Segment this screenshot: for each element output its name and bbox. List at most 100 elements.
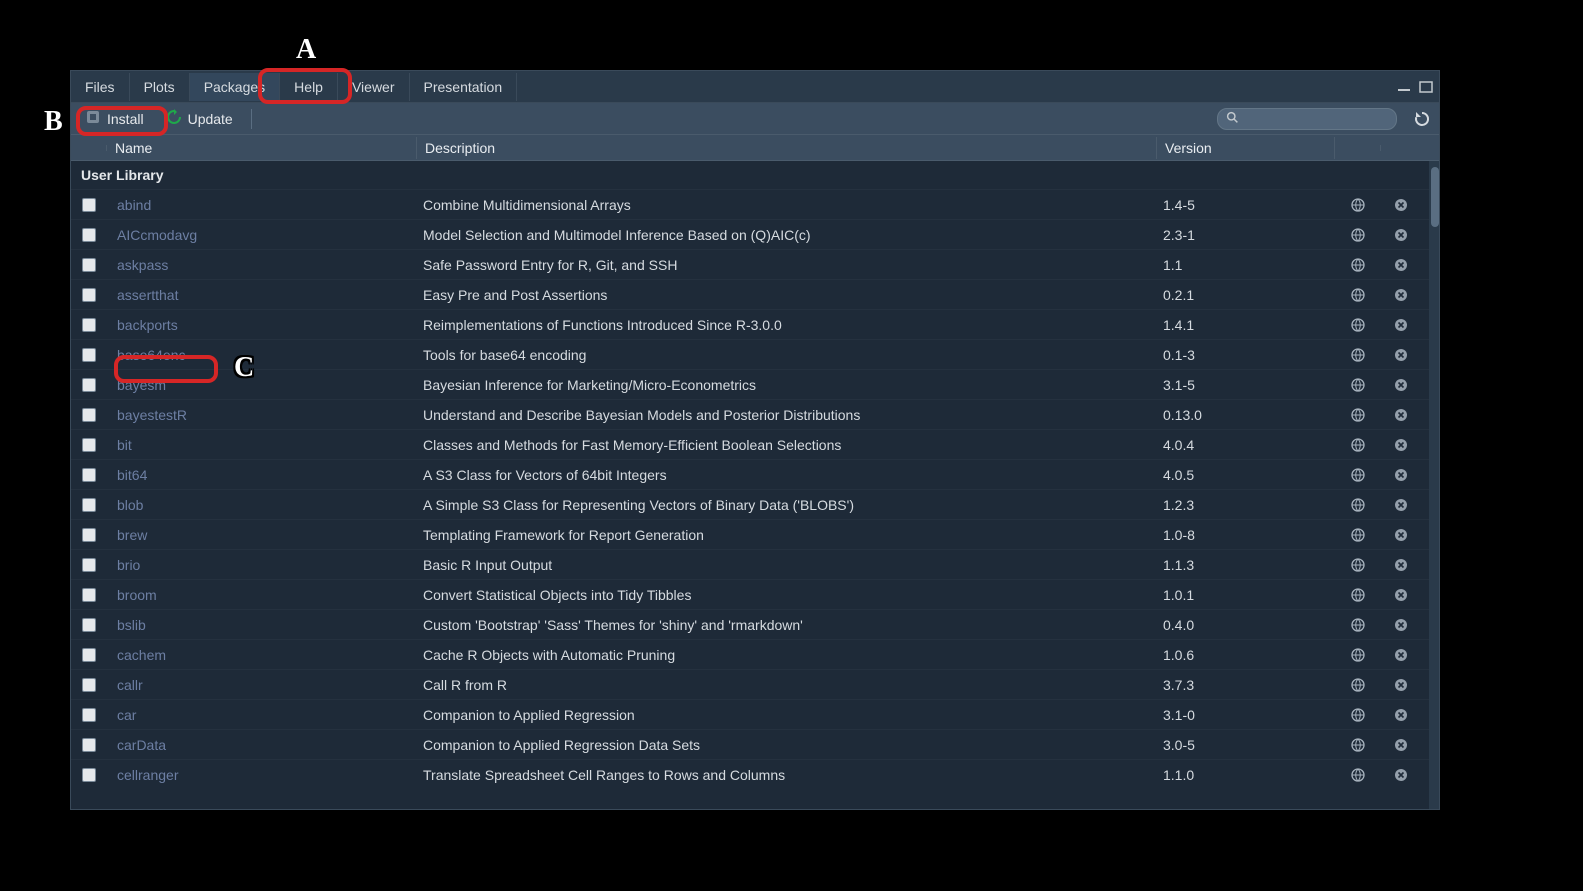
- package-link[interactable]: broom: [115, 586, 159, 604]
- globe-icon[interactable]: [1350, 647, 1366, 663]
- remove-icon[interactable]: [1393, 737, 1409, 753]
- load-checkbox[interactable]: [82, 318, 96, 332]
- load-checkbox[interactable]: [82, 768, 96, 782]
- package-link[interactable]: brio: [115, 556, 142, 574]
- package-link[interactable]: car: [115, 706, 138, 724]
- globe-icon[interactable]: [1350, 527, 1366, 543]
- package-link[interactable]: backports: [115, 316, 180, 334]
- package-link[interactable]: bslib: [115, 616, 148, 634]
- globe-icon[interactable]: [1350, 557, 1366, 573]
- tab-files[interactable]: Files: [71, 73, 130, 101]
- maximize-icon[interactable]: [1417, 80, 1435, 94]
- package-link[interactable]: AICcmodavg: [115, 226, 199, 244]
- load-checkbox[interactable]: [82, 348, 96, 362]
- remove-icon[interactable]: [1393, 647, 1409, 663]
- package-link[interactable]: cachem: [115, 646, 168, 664]
- globe-icon[interactable]: [1350, 377, 1366, 393]
- scrollbar-track[interactable]: [1429, 161, 1439, 809]
- remove-icon[interactable]: [1393, 317, 1409, 333]
- remove-icon[interactable]: [1393, 467, 1409, 483]
- globe-icon[interactable]: [1350, 257, 1366, 273]
- search-input[interactable]: [1239, 111, 1388, 126]
- load-checkbox[interactable]: [82, 588, 96, 602]
- remove-icon[interactable]: [1393, 437, 1409, 453]
- load-checkbox[interactable]: [82, 438, 96, 452]
- load-checkbox[interactable]: [82, 678, 96, 692]
- package-link[interactable]: blob: [115, 496, 145, 514]
- header-name[interactable]: Name: [107, 137, 417, 159]
- globe-icon[interactable]: [1350, 407, 1366, 423]
- load-checkbox[interactable]: [82, 558, 96, 572]
- remove-icon[interactable]: [1393, 197, 1409, 213]
- globe-icon[interactable]: [1350, 467, 1366, 483]
- load-checkbox[interactable]: [82, 708, 96, 722]
- package-link[interactable]: callr: [115, 676, 145, 694]
- remove-icon[interactable]: [1393, 707, 1409, 723]
- version-cell: 1.0.1: [1157, 587, 1335, 603]
- package-link[interactable]: abind: [115, 196, 153, 214]
- globe-icon[interactable]: [1350, 437, 1366, 453]
- version-cell: 1.1.0: [1157, 767, 1335, 783]
- load-checkbox[interactable]: [82, 528, 96, 542]
- globe-icon[interactable]: [1350, 287, 1366, 303]
- load-checkbox[interactable]: [82, 468, 96, 482]
- globe-icon[interactable]: [1350, 587, 1366, 603]
- remove-icon[interactable]: [1393, 227, 1409, 243]
- globe-icon[interactable]: [1350, 347, 1366, 363]
- package-link[interactable]: assertthat: [115, 286, 180, 304]
- tab-plots[interactable]: Plots: [130, 73, 190, 101]
- package-link[interactable]: bit: [115, 436, 134, 454]
- remove-icon[interactable]: [1393, 767, 1409, 783]
- package-link[interactable]: cellranger: [115, 766, 180, 784]
- globe-icon[interactable]: [1350, 617, 1366, 633]
- globe-icon[interactable]: [1350, 197, 1366, 213]
- update-button[interactable]: Update: [158, 106, 241, 131]
- globe-icon[interactable]: [1350, 767, 1366, 783]
- refresh-button[interactable]: [1411, 108, 1433, 130]
- install-button[interactable]: Install: [77, 106, 152, 131]
- globe-icon[interactable]: [1350, 497, 1366, 513]
- load-checkbox[interactable]: [82, 258, 96, 272]
- remove-icon[interactable]: [1393, 377, 1409, 393]
- remove-icon[interactable]: [1393, 287, 1409, 303]
- globe-icon[interactable]: [1350, 737, 1366, 753]
- search-box[interactable]: [1217, 108, 1397, 130]
- load-checkbox[interactable]: [82, 738, 96, 752]
- load-checkbox[interactable]: [82, 378, 96, 392]
- load-checkbox[interactable]: [82, 498, 96, 512]
- package-link[interactable]: bayestestR: [115, 406, 189, 424]
- minimize-icon[interactable]: [1395, 80, 1413, 94]
- load-checkbox[interactable]: [82, 228, 96, 242]
- package-link[interactable]: bit64: [115, 466, 149, 484]
- load-checkbox[interactable]: [82, 288, 96, 302]
- remove-icon[interactable]: [1393, 407, 1409, 423]
- package-link[interactable]: bayesm: [115, 376, 168, 394]
- globe-icon[interactable]: [1350, 707, 1366, 723]
- load-checkbox[interactable]: [82, 648, 96, 662]
- package-link[interactable]: carData: [115, 736, 168, 754]
- globe-icon[interactable]: [1350, 677, 1366, 693]
- tab-viewer[interactable]: Viewer: [338, 73, 410, 101]
- remove-icon[interactable]: [1393, 587, 1409, 603]
- globe-icon[interactable]: [1350, 227, 1366, 243]
- load-checkbox[interactable]: [82, 618, 96, 632]
- remove-icon[interactable]: [1393, 617, 1409, 633]
- package-link[interactable]: askpass: [115, 256, 170, 274]
- scrollbar-thumb[interactable]: [1431, 167, 1439, 227]
- remove-icon[interactable]: [1393, 527, 1409, 543]
- remove-icon[interactable]: [1393, 677, 1409, 693]
- tab-presentation[interactable]: Presentation: [410, 73, 518, 101]
- package-link[interactable]: base64enc: [115, 346, 188, 364]
- remove-icon[interactable]: [1393, 257, 1409, 273]
- package-link[interactable]: brew: [115, 526, 149, 544]
- header-version[interactable]: Version: [1157, 137, 1335, 159]
- remove-icon[interactable]: [1393, 497, 1409, 513]
- tab-packages[interactable]: Packages: [190, 73, 280, 101]
- load-checkbox[interactable]: [82, 198, 96, 212]
- tab-help[interactable]: Help: [280, 73, 338, 101]
- globe-icon[interactable]: [1350, 317, 1366, 333]
- remove-icon[interactable]: [1393, 557, 1409, 573]
- header-description[interactable]: Description: [417, 137, 1157, 159]
- load-checkbox[interactable]: [82, 408, 96, 422]
- remove-icon[interactable]: [1393, 347, 1409, 363]
